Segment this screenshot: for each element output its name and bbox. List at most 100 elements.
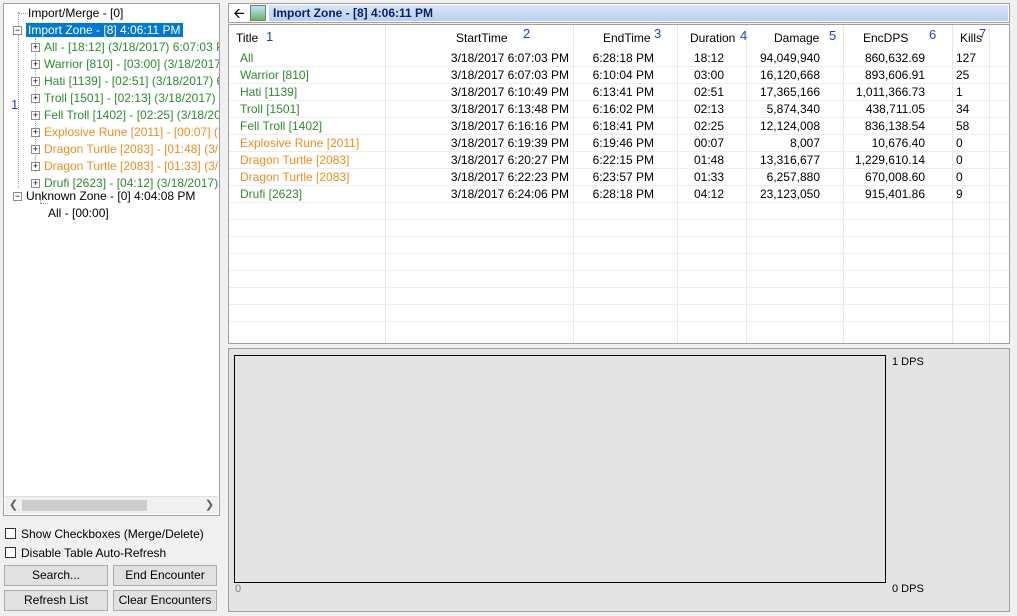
- cell-duration: 00:07: [693, 136, 724, 150]
- annotation-marker: 1: [11, 97, 19, 112]
- clear-encounters-button[interactable]: Clear Encounters: [113, 590, 217, 611]
- cell-encdps: 893,606.91: [864, 68, 925, 82]
- cell-starttime: 3/18/2017 6:22:23 PM: [450, 170, 569, 184]
- cell-kills: 127: [956, 51, 977, 65]
- cell-starttime: 3/18/2017 6:16:16 PM: [450, 119, 569, 133]
- search-button[interactable]: Search...: [4, 565, 108, 586]
- tree-node-import-merge[interactable]: Import/Merge - [0]: [28, 5, 123, 21]
- expand-icon[interactable]: +: [31, 162, 40, 171]
- dps-graph-panel: 1 DPS 0 DPS 0: [228, 348, 1010, 612]
- annotation-marker: 5: [829, 28, 837, 43]
- tree-node-import-zone[interactable]: Import Zone - [8] 4:06:11 PM: [25, 22, 184, 38]
- cell-endtime: 6:13:41 PM: [592, 85, 654, 99]
- encounter-title: Import Zone - [8] 4:06:11 PM: [269, 5, 1008, 21]
- cell-damage: 16,120,668: [759, 68, 820, 82]
- cell-encdps: 836,138.54: [864, 119, 925, 133]
- cell-title: Dragon Turtle [2083]: [240, 170, 350, 184]
- cell-starttime: 3/18/2017 6:10:49 PM: [450, 85, 569, 99]
- cell-title: Hati [1139]: [240, 85, 298, 99]
- scroll-left-icon[interactable]: ❮: [5, 497, 22, 514]
- cell-encdps: 915,401.86: [864, 187, 925, 201]
- expand-icon[interactable]: +: [31, 111, 40, 120]
- scrollbar-thumb[interactable]: [22, 500, 147, 511]
- tree-node-warrior[interactable]: Warrior [810] - [03:00] (3/18/2017) 6:: [44, 56, 219, 72]
- horizontal-scrollbar[interactable]: ❮ ❯: [5, 496, 218, 514]
- cell-encdps: 438,711.05: [865, 102, 925, 116]
- expand-icon[interactable]: +: [31, 94, 40, 103]
- disable-refresh-checkbox[interactable]: [5, 547, 16, 558]
- cell-encdps: 1,229,610.14: [854, 153, 925, 167]
- column-header-duration[interactable]: Duration: [690, 31, 735, 45]
- expand-icon[interactable]: +: [31, 60, 40, 69]
- expand-icon[interactable]: +: [31, 145, 40, 154]
- tree-node-unknown-zone[interactable]: Unknown Zone - [0] 4:04:08 PM: [26, 188, 195, 204]
- column-header-encdps[interactable]: EncDPS: [863, 31, 908, 45]
- graph-top-label: 1 DPS: [892, 356, 924, 368]
- scroll-right-icon[interactable]: ❯: [201, 497, 218, 514]
- cell-starttime: 3/18/2017 6:13:48 PM: [450, 102, 569, 116]
- show-checkboxes-label: Show Checkboxes (Merge/Delete): [21, 527, 204, 541]
- back-arrow-icon[interactable]: 🡨: [231, 5, 247, 21]
- expand-icon[interactable]: +: [31, 77, 40, 86]
- cell-duration: 18:12: [693, 51, 724, 65]
- tree-node-troll[interactable]: Troll [1501] - [02:13] (3/18/2017) 6:1: [44, 90, 219, 106]
- show-checkboxes-checkbox[interactable]: [5, 528, 16, 539]
- cell-encdps: 860,632.69: [864, 51, 925, 65]
- disable-refresh-label: Disable Table Auto-Refresh: [21, 546, 167, 560]
- cell-kills: 0: [956, 136, 963, 150]
- dps-graph: [234, 355, 886, 583]
- tree-node-hati[interactable]: Hati [1139] - [02:51] (3/18/2017) 6:1: [44, 73, 219, 89]
- encounter-tree[interactable]: Import/Merge - [0] − Import Zone - [8] 4…: [3, 3, 220, 516]
- cell-duration: 01:33: [693, 170, 724, 184]
- cell-endtime: 6:18:41 PM: [592, 119, 654, 133]
- refresh-list-button[interactable]: Refresh List: [4, 590, 108, 611]
- cell-encdps: 1,011,366.73: [855, 85, 925, 99]
- encounter-title-bar: 🡨 Import Zone - [8] 4:06:11 PM: [228, 3, 1010, 23]
- cell-duration: 04:12: [693, 187, 724, 201]
- cell-kills: 0: [956, 170, 963, 184]
- cell-damage: 5,874,340: [766, 102, 820, 116]
- tree-node-fell-troll[interactable]: Fell Troll [1402] - [02:25] (3/18/2017: [44, 107, 219, 123]
- tree-node-dragon-turtle-2[interactable]: Dragon Turtle [2083] - [01:33] (3/18/: [44, 158, 219, 174]
- cell-kills: 9: [956, 187, 963, 201]
- encounter-table[interactable]: Title StartTime EndTime Duration Damage …: [228, 24, 1010, 344]
- cell-title: Dragon Turtle [2083]: [240, 153, 350, 167]
- column-header-starttime[interactable]: StartTime: [456, 31, 508, 45]
- image-export-icon[interactable]: [250, 5, 266, 21]
- cell-title: Explosive Rune [2011]: [240, 136, 360, 150]
- tree-node-all[interactable]: All - [18:12] (3/18/2017) 6:07:03 PM: [44, 39, 219, 55]
- cell-endtime: 6:23:57 PM: [592, 170, 654, 184]
- cell-damage: 94,049,940: [759, 51, 820, 65]
- expand-icon[interactable]: +: [31, 128, 40, 137]
- annotation-marker: 2: [523, 26, 531, 41]
- cell-duration: 03:00: [693, 68, 724, 82]
- cell-title: Fell Troll [1402]: [240, 119, 323, 133]
- cell-damage: 6,257,880: [766, 170, 820, 184]
- column-header-damage[interactable]: Damage: [774, 31, 819, 45]
- tree-node-unknown-all[interactable]: All - [00:00]: [48, 205, 109, 221]
- expand-icon[interactable]: +: [31, 179, 40, 188]
- cell-damage: 17,365,166: [759, 85, 820, 99]
- cell-duration: 02:13: [693, 102, 724, 116]
- cell-encdps: 10,676.40: [871, 136, 925, 150]
- end-encounter-button[interactable]: End Encounter: [113, 565, 217, 586]
- column-header-endtime[interactable]: EndTime: [603, 31, 651, 45]
- annotation-marker: 6: [929, 27, 937, 42]
- tree-node-explosive-rune[interactable]: Explosive Rune [2011] - [00:07] (3/1: [44, 124, 219, 140]
- collapse-icon[interactable]: −: [13, 26, 22, 35]
- cell-starttime: 3/18/2017 6:20:27 PM: [450, 153, 569, 167]
- graph-bottom-label: 0 DPS: [892, 583, 924, 595]
- annotation-marker: 1: [266, 29, 274, 44]
- cell-starttime: 3/18/2017 6:07:03 PM: [450, 68, 569, 82]
- cell-damage: 23,123,050: [759, 187, 820, 201]
- collapse-icon[interactable]: −: [13, 192, 22, 201]
- cell-damage: 12,124,008: [759, 119, 820, 133]
- expand-icon[interactable]: +: [31, 43, 40, 52]
- graph-origin-label: 0: [235, 583, 242, 595]
- column-header-title[interactable]: Title: [236, 31, 258, 45]
- cell-endtime: 6:19:46 PM: [592, 136, 654, 150]
- cell-endtime: 6:16:02 PM: [592, 102, 654, 116]
- tree-node-dragon-turtle-1[interactable]: Dragon Turtle [2083] - [01:48] (3/18/: [44, 141, 219, 157]
- cell-damage: 13,316,677: [759, 153, 820, 167]
- cell-endtime: 6:22:15 PM: [592, 153, 654, 167]
